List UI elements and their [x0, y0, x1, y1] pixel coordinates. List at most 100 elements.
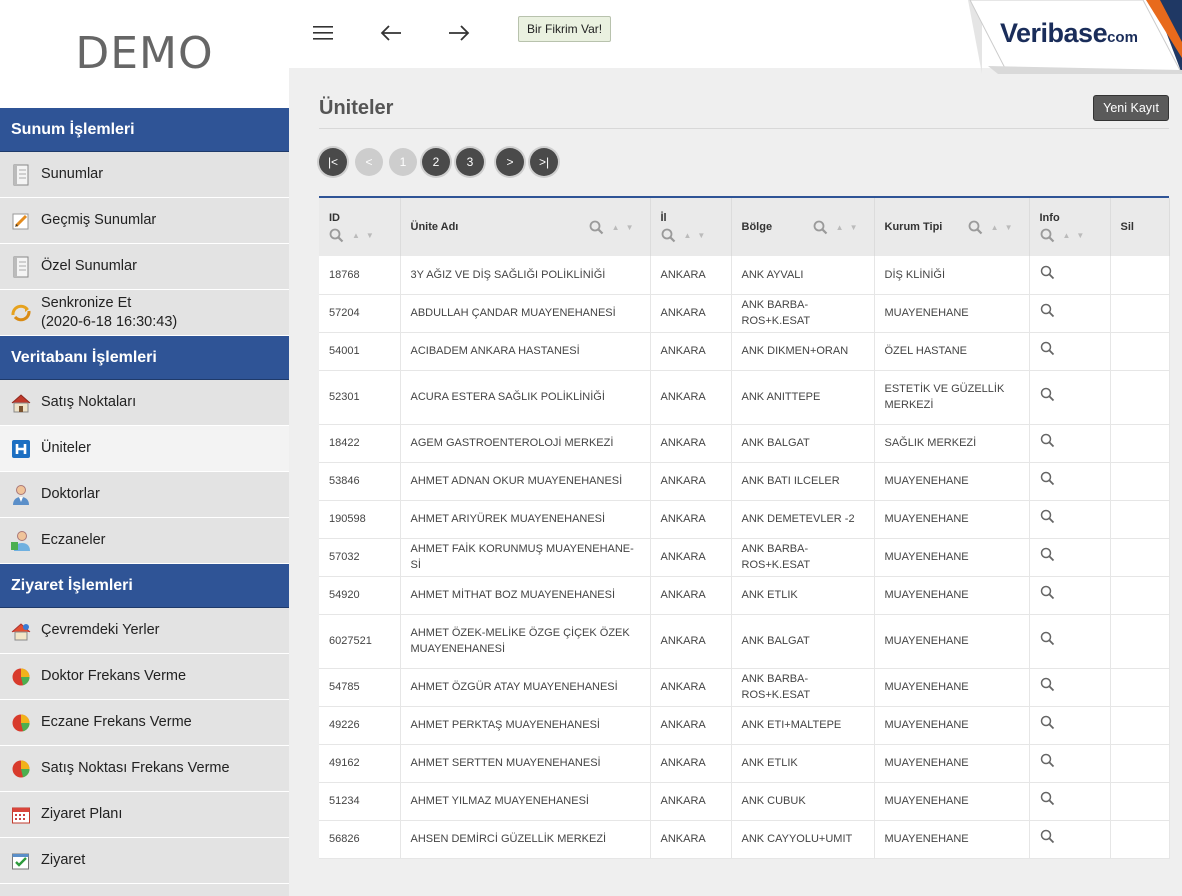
table-row[interactable]: 57032 AHMET FAİK KORUNMUŞ MUAYENEHANE-Sİ A… [319, 538, 1170, 577]
search-icon[interactable] [589, 220, 604, 235]
table-row[interactable]: 49226 AHMET PERKTAŞ MUAYENEHANESİ ANKARA AN… [319, 706, 1170, 745]
title-divider [319, 128, 1169, 129]
table-row[interactable]: 54785 AHMET ÖZGÜR ATAY MUAYENEHANESİ ANKAR… [319, 668, 1170, 707]
table-row[interactable]: 18768 3Y AĞIZ VE DİŞ SAĞLIĞI POLİKLİNİĞİ A… [319, 256, 1170, 295]
table-row[interactable]: 190598 AHMET ARIYÜREK MUAYENEHANESİ ANKARA… [319, 500, 1170, 539]
info-search-icon[interactable] [1040, 265, 1055, 280]
cell-id: 51234 [319, 782, 401, 821]
table-row[interactable]: 18422 AGEM GASTROENTEROLOJİ MERKEZİ ANKARA… [319, 424, 1170, 463]
search-icon[interactable] [329, 228, 344, 243]
table-row[interactable]: 57204 ABDULLAH ÇANDAR MUAYENEHANESİ ANKARA… [319, 294, 1170, 333]
sidebar-item--zel-sunumlar[interactable]: Özel Sunumlar [0, 244, 289, 290]
info-search-icon[interactable] [1040, 585, 1055, 600]
info-search-icon[interactable] [1040, 677, 1055, 692]
cell-kurum: MUAYENEHANE [874, 462, 1030, 501]
sidebar-item-senkronize-et[interactable]: Senkronize Et (2020-6-18 16:30:43) [0, 290, 289, 336]
sidebar-item-sat-noktalar-[interactable]: Satış Noktaları [0, 380, 289, 426]
sidebar-item-text: Çevremdeki Yerler [41, 622, 160, 638]
table-row[interactable]: 53846 AHMET ADNAN OKUR MUAYENEHANESİ ANKAR… [319, 462, 1170, 501]
cell-id: 49162 [319, 744, 401, 783]
back-arrow-icon[interactable] [377, 20, 405, 46]
search-icon[interactable] [968, 220, 983, 235]
sort-arrows-icon[interactable]: ▲▼ [1063, 231, 1091, 240]
info-search-icon[interactable] [1040, 791, 1055, 806]
table-row[interactable]: 6027521 AHMET ÖZEK-MELİKE ÖZGE ÇİÇEK ÖZEK… [319, 614, 1170, 669]
info-search-icon[interactable] [1040, 387, 1055, 402]
col-header-label: Sil [1120, 221, 1134, 233]
cell-il: ANKARA [650, 294, 732, 333]
info-search-icon[interactable] [1040, 509, 1055, 524]
table-row[interactable]: 54001 ACIBADEM ANKARA HASTANESİ ANKARA ANK … [319, 332, 1170, 371]
sidebar-item-doktorlar[interactable]: Doktorlar [0, 472, 289, 518]
info-search-icon[interactable] [1040, 715, 1055, 730]
page-2-button[interactable]: 2 [422, 148, 450, 176]
sidebar-item-text: Geçmiş Sunumlar [41, 212, 157, 228]
sidebar-item--evremdeki-yerler[interactable]: Çevremdeki Yerler [0, 608, 289, 654]
cell-name: 3Y AĞIZ VE DİŞ SAĞLIĞI POLİKLİNİĞİ [400, 256, 651, 295]
info-search-icon[interactable] [1040, 631, 1055, 646]
sidebar-item-label: Satış Noktaları [41, 393, 136, 412]
search-icon[interactable] [1040, 228, 1055, 243]
cell-kurum: MUAYENEHANE [874, 744, 1030, 783]
doctor-icon [10, 484, 32, 506]
cell-bolge: ANK BARBA-ROS+K.ESAT [731, 294, 875, 333]
cell-kurum: MUAYENEHANE [874, 538, 1030, 577]
table-row[interactable]: 51234 AHMET YILMAZ MUAYENEHANESİ ANKARA ANK… [319, 782, 1170, 821]
sidebar-item-text: Eczaneler [41, 532, 106, 548]
sidebar-item-eczaneler[interactable]: Eczaneler [0, 518, 289, 564]
last-page-button[interactable]: >| [530, 148, 558, 176]
sync-timestamp: (2020-6-18 16:30:43) [41, 313, 178, 330]
sort-arrows-icon[interactable]: ▲▼ [684, 231, 712, 240]
info-search-icon[interactable] [1040, 547, 1055, 562]
col-header-bolge: Bölge ▲▼ [731, 198, 875, 256]
search-icon[interactable] [813, 220, 828, 235]
forward-arrow-icon[interactable] [445, 20, 473, 46]
info-search-icon[interactable] [1040, 433, 1055, 448]
cell-info [1029, 294, 1111, 333]
edit-note-icon [10, 210, 32, 232]
cell-sil [1110, 294, 1170, 333]
sidebar-item-eczane-frekans-verme[interactable]: Eczane Frekans Verme [0, 700, 289, 746]
info-search-icon[interactable] [1040, 829, 1055, 844]
sidebar-item-label: Sunumlar [41, 165, 103, 184]
table-row[interactable]: 54920 AHMET MİTHAT BOZ MUAYENEHANESİ ANKAR… [319, 576, 1170, 615]
table-row[interactable]: 49162 AHMET SERTTEN MUAYENEHANESİ ANKARA AN… [319, 744, 1170, 783]
document-icon [10, 256, 32, 278]
page-3-button[interactable]: 3 [456, 148, 484, 176]
cell-id: 56826 [319, 820, 401, 859]
cell-bolge: ANK CUBUK [731, 782, 875, 821]
sidebar-item--niteler[interactable]: Üniteler [0, 426, 289, 472]
table-row[interactable]: 52301 ACURA ESTERA SAĞLIK POLİKLİNİĞİ ANKA… [319, 370, 1170, 425]
search-icon[interactable] [661, 228, 676, 243]
cell-kurum: MUAYENEHANE [874, 576, 1030, 615]
brand-name: Veribase [1000, 18, 1108, 48]
table-row[interactable]: 56826 AHSEN DEMİRCİ GÜZELLİK MERKEZİ ANKAR… [319, 820, 1170, 859]
info-search-icon[interactable] [1040, 753, 1055, 768]
first-page-button[interactable]: |< [319, 148, 347, 176]
info-search-icon[interactable] [1040, 341, 1055, 356]
page-1-button[interactable]: 1 [389, 148, 417, 176]
sidebar-item-ge-mi-sunumlar[interactable]: Geçmiş Sunumlar [0, 198, 289, 244]
sort-arrows-icon[interactable]: ▲▼ [991, 223, 1019, 232]
menu-hamburger-icon[interactable] [309, 20, 337, 46]
info-search-icon[interactable] [1040, 471, 1055, 486]
sort-arrows-icon[interactable]: ▲▼ [352, 231, 380, 240]
cell-sil [1110, 668, 1170, 707]
cell-id: 54785 [319, 668, 401, 707]
idea-button[interactable]: Bir Fikrim Var! [518, 16, 612, 42]
next-page-button[interactable]: > [496, 148, 524, 176]
sidebar-item-doktor-frekans-verme[interactable]: Doktor Frekans Verme [0, 654, 289, 700]
sidebar-item-ziyaret[interactable]: Ziyaret [0, 838, 289, 884]
info-search-icon[interactable] [1040, 303, 1055, 318]
document-icon [10, 164, 32, 186]
sort-arrows-icon[interactable]: ▲▼ [612, 223, 640, 232]
sidebar-item-sunumlar[interactable]: Sunumlar [0, 152, 289, 198]
sidebar-item-text: Ziyaret [41, 852, 86, 868]
cell-id: 57032 [319, 538, 401, 577]
cell-info [1029, 576, 1111, 615]
prev-page-button[interactable]: < [355, 148, 383, 176]
new-record-button[interactable]: Yeni Kayıt [1093, 95, 1169, 121]
sidebar-item-ziyaret-plan-[interactable]: Ziyaret Planı [0, 792, 289, 838]
sidebar-item-sat-noktas-frekans-verme[interactable]: Satış Noktası Frekans Verme [0, 746, 289, 792]
sort-arrows-icon[interactable]: ▲▼ [836, 223, 864, 232]
